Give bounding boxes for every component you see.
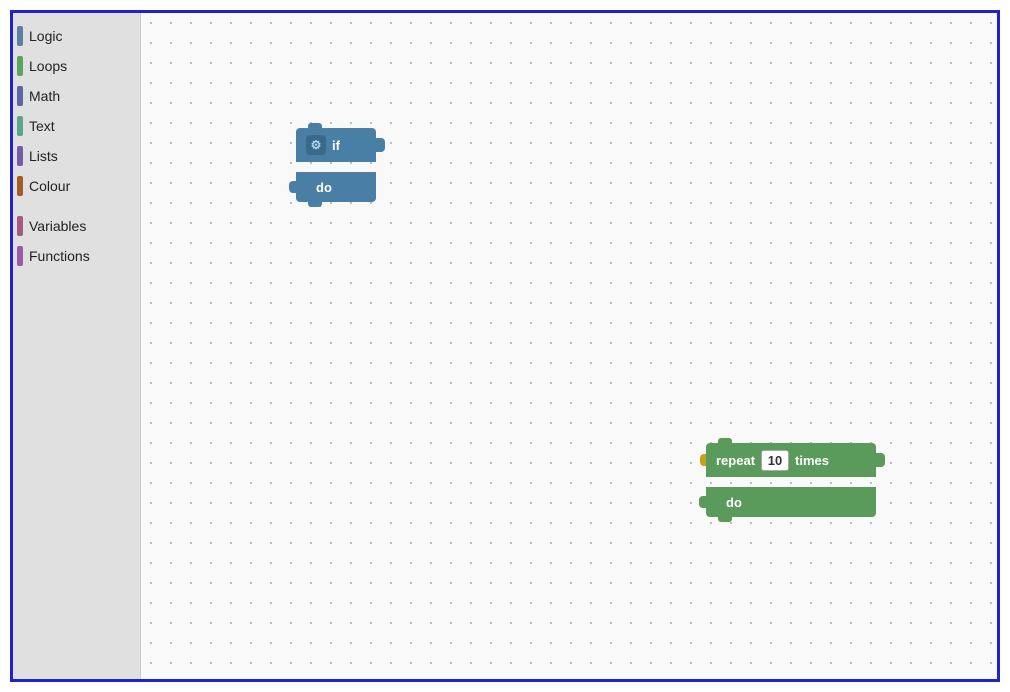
repeat-block[interactable]: repeat 10 times do: [706, 443, 876, 517]
sidebar-label-math: Math: [29, 88, 60, 104]
if-block-bottom: do: [296, 172, 376, 202]
do-label: do: [316, 180, 332, 195]
repeat-block-top[interactable]: repeat 10 times: [706, 443, 876, 477]
if-block-top[interactable]: ⚙ if: [296, 128, 376, 162]
sidebar-label-text: Text: [29, 118, 55, 134]
sidebar-label-functions: Functions: [29, 248, 90, 264]
sidebar-item-colour[interactable]: Colour: [13, 171, 140, 201]
sidebar-label-lists: Lists: [29, 148, 58, 164]
repeat-c-space: [706, 477, 876, 485]
sidebar-label-variables: Variables: [29, 218, 86, 234]
if-top-bump: [308, 123, 322, 128]
sidebar-label-logic: Logic: [29, 28, 62, 44]
if-label: if: [332, 138, 340, 153]
logic-color-bar: [17, 26, 23, 46]
functions-color-bar: [17, 246, 23, 266]
sidebar-item-math[interactable]: Math: [13, 81, 140, 111]
if-right-notch: [376, 138, 385, 152]
if-block[interactable]: ⚙ if do: [296, 128, 376, 202]
if-c-space: [296, 162, 376, 170]
repeat-do-left-notch: [699, 496, 706, 508]
if-bottom-bump: [308, 202, 322, 207]
sidebar-item-text[interactable]: Text: [13, 111, 140, 141]
repeat-do-label: do: [726, 495, 742, 510]
sidebar: Logic Loops Math Text Lists Colour: [13, 13, 141, 679]
variables-color-bar: [17, 216, 23, 236]
sidebar-label-loops: Loops: [29, 58, 67, 74]
repeat-label: repeat: [716, 453, 755, 468]
sidebar-item-loops[interactable]: Loops: [13, 51, 140, 81]
text-color-bar: [17, 116, 23, 136]
sidebar-item-lists[interactable]: Lists: [13, 141, 140, 171]
repeat-block-bottom: do: [706, 487, 876, 517]
times-label: times: [795, 453, 829, 468]
block-canvas[interactable]: ⚙ if do repeat: [141, 13, 997, 679]
sidebar-label-colour: Colour: [29, 178, 70, 194]
repeat-number-input[interactable]: 10: [761, 450, 789, 471]
math-color-bar: [17, 86, 23, 106]
do-left-notch: [289, 181, 296, 193]
repeat-top-bump: [718, 438, 732, 443]
loops-color-bar: [17, 56, 23, 76]
colour-color-bar: [17, 176, 23, 196]
lists-color-bar: [17, 146, 23, 166]
repeat-right-notch: [876, 453, 885, 467]
gear-icon[interactable]: ⚙: [306, 135, 326, 155]
sidebar-item-logic[interactable]: Logic: [13, 21, 140, 51]
sidebar-item-variables[interactable]: Variables: [13, 211, 140, 241]
sidebar-spacer: [13, 201, 140, 211]
app-container: Logic Loops Math Text Lists Colour: [10, 10, 1000, 682]
repeat-bottom-bump: [718, 517, 732, 522]
sidebar-item-functions[interactable]: Functions: [13, 241, 140, 271]
